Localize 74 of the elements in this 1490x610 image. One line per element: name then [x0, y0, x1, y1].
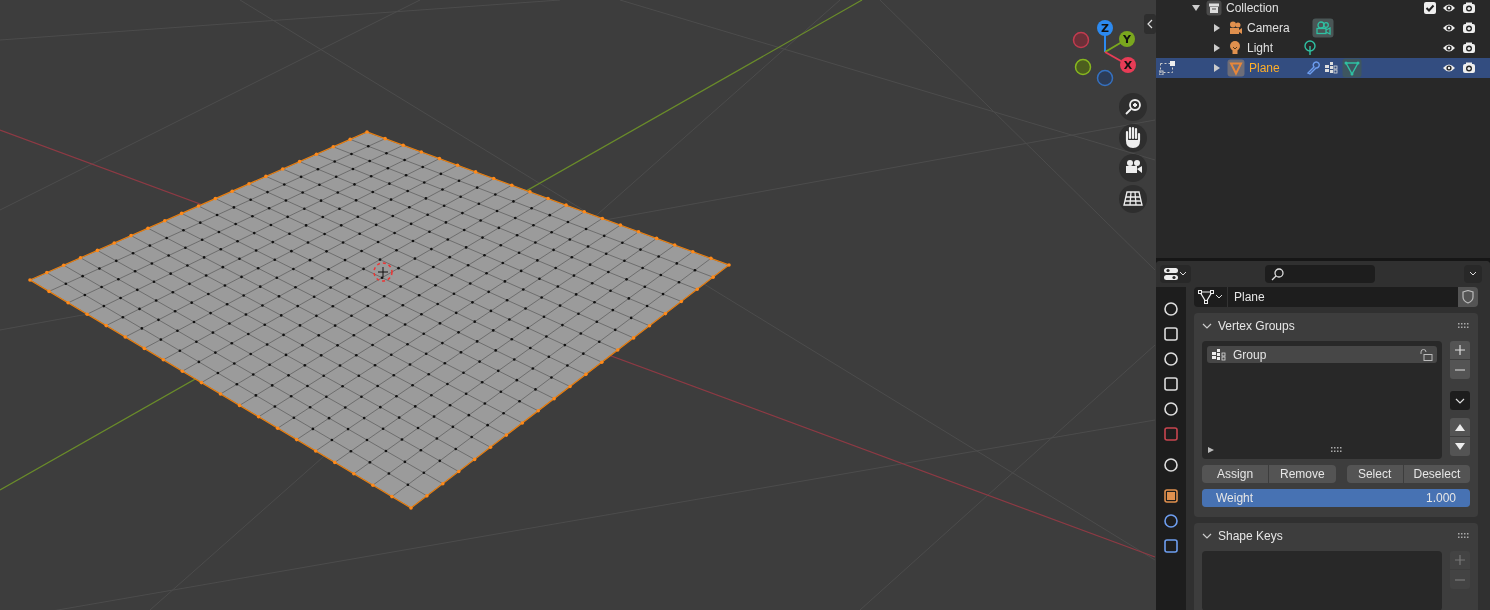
- remove-button[interactable]: [1450, 360, 1470, 379]
- vertex-group-icon: [1211, 347, 1227, 362]
- mesh-data-dropdown[interactable]: [1194, 287, 1227, 307]
- collapse-triangle-icon[interactable]: [1192, 4, 1200, 12]
- 3d-cursor-icon: [373, 262, 393, 282]
- axis-label: Z: [1101, 22, 1109, 35]
- vertex-group-icon[interactable]: [1323, 61, 1338, 75]
- search-field[interactable]: [1265, 265, 1375, 283]
- chevron-down-icon: [1469, 271, 1477, 277]
- axis-label: Y: [1123, 33, 1131, 46]
- dropdown-button[interactable]: [1450, 391, 1470, 410]
- zoom-icon[interactable]: [1119, 93, 1147, 121]
- expand-triangle-icon[interactable]: [1213, 44, 1221, 52]
- lightbulb-icon: [1227, 40, 1243, 56]
- plus-icon: [1455, 555, 1465, 565]
- outliner-item-name[interactable]: Collection: [1226, 1, 1279, 15]
- outliner-row[interactable]: Collection: [1156, 0, 1490, 18]
- camera-render-icon[interactable]: [1462, 61, 1476, 75]
- camera-render-icon[interactable]: [1462, 1, 1476, 15]
- action-button[interactable]: Assign: [1202, 465, 1269, 483]
- axis-label: X: [1123, 59, 1133, 72]
- action-button[interactable]: Remove: [1269, 465, 1336, 483]
- move-down-button[interactable]: [1450, 437, 1470, 456]
- mesh-data-icon[interactable]: [1341, 58, 1362, 78]
- toggle-icon: [1164, 267, 1178, 281]
- chevron-down-icon: [1455, 397, 1465, 404]
- outliner-item-name[interactable]: Light: [1247, 41, 1274, 55]
- fake-user-button[interactable]: [1458, 287, 1478, 307]
- camera-render-icon[interactable]: [1462, 41, 1476, 55]
- action-button[interactable]: Deselect: [1403, 465, 1470, 483]
- outliner-item-name[interactable]: Plane: [1249, 61, 1280, 75]
- chevron-icon[interactable]: [1202, 531, 1212, 541]
- panel-title[interactable]: Vertex Groups: [1218, 319, 1452, 333]
- triangle-mesh-icon: [1198, 290, 1214, 304]
- slider-label: Weight: [1216, 491, 1254, 505]
- plus-icon: [1455, 345, 1465, 355]
- name-field[interactable]: Plane: [1227, 287, 1458, 307]
- light-data-icon[interactable]: [1303, 40, 1318, 56]
- chevron-down-icon: [1179, 271, 1187, 277]
- outliner-row[interactable]: Camera: [1156, 18, 1490, 38]
- expand-triangle-icon[interactable]: [1213, 24, 1221, 32]
- move-up-button[interactable]: [1450, 418, 1470, 437]
- drag-handle-icon[interactable]: [1458, 323, 1470, 329]
- shield-icon: [1462, 290, 1474, 304]
- outliner-row[interactable]: Light: [1156, 38, 1490, 58]
- triangle-icon: [1227, 59, 1245, 77]
- camera-data-icon[interactable]: [1311, 18, 1334, 38]
- camera-icon[interactable]: [1119, 154, 1147, 182]
- drag-handle-icon[interactable]: [1331, 447, 1343, 453]
- grid-icon[interactable]: [1119, 185, 1147, 213]
- camera-object-icon: [1227, 20, 1243, 36]
- camera-render-icon[interactable]: [1462, 21, 1476, 35]
- expand-triangle-icon[interactable]: [1207, 446, 1215, 454]
- down-triangle-icon: [1455, 442, 1465, 451]
- slider-value: 1.000: [1425, 491, 1456, 505]
- outliner-row[interactable]: Plane: [1156, 58, 1490, 78]
- panel-title[interactable]: Shape Keys: [1218, 529, 1452, 543]
- expand-triangle-icon[interactable]: [1213, 64, 1221, 72]
- add-button[interactable]: [1450, 341, 1470, 360]
- editor-type-button[interactable]: [1160, 265, 1191, 283]
- up-triangle-icon: [1455, 423, 1465, 431]
- unlocked-padlock-icon[interactable]: [1419, 348, 1433, 361]
- chevron-icon[interactable]: [1202, 321, 1212, 331]
- weight-slider[interactable]: Weight 1.000: [1202, 489, 1470, 507]
- outliner-item-name[interactable]: Camera: [1247, 21, 1290, 35]
- hand-icon[interactable]: [1119, 124, 1147, 152]
- navigation-gizmo-drawing[interactable]: Z Y X: [1072, 20, 1136, 87]
- drag-handle-icon[interactable]: [1458, 533, 1470, 539]
- edit-mode-icon[interactable]: [1159, 61, 1175, 75]
- vertex-group-item[interactable]: Group: [1207, 346, 1437, 363]
- chevron-down-icon: [1215, 294, 1223, 300]
- action-button[interactable]: Select: [1346, 465, 1403, 483]
- search-icon: [1271, 267, 1284, 281]
- checkbox[interactable]: [1424, 2, 1436, 14]
